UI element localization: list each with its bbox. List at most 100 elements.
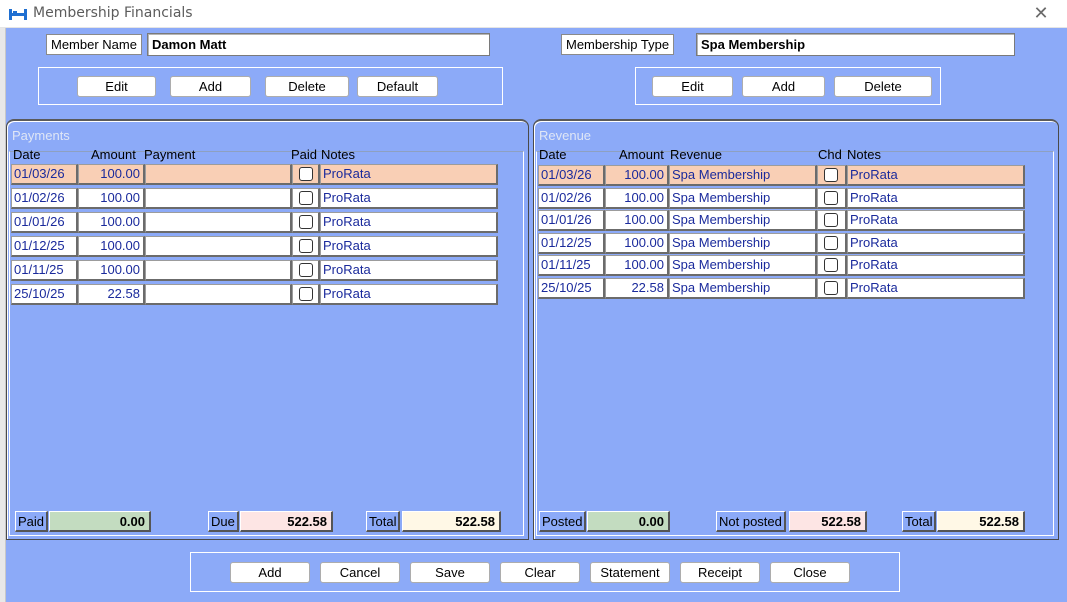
revenue-cell-revenue[interactable]: Spa Membership (669, 165, 817, 186)
footer-close-button[interactable]: Close (770, 562, 850, 583)
revenue-cell-date[interactable]: 01/01/26 (538, 210, 605, 231)
payments-cell-notes[interactable]: ProRata (320, 188, 498, 209)
revenue-chd-checkbox[interactable] (824, 258, 838, 272)
revenue-chd-checkbox[interactable] (824, 280, 838, 295)
payments-cell-amount[interactable]: 100.00 (78, 236, 145, 257)
revenue-row[interactable]: 01/11/25 100.00 Spa Membership ProRata (538, 255, 1038, 278)
revenue-cell-date[interactable]: 25/10/25 (538, 277, 605, 299)
payments-cell-date[interactable]: 01/01/26 (11, 212, 78, 233)
payments-cell-payment[interactable] (145, 188, 292, 209)
revenue-cell-date[interactable]: 01/03/26 (538, 165, 605, 186)
member-add-button[interactable]: Add (170, 76, 251, 97)
revenue-row[interactable]: 01/01/26 100.00 Spa Membership ProRata (538, 210, 1038, 233)
payments-cell-payment[interactable] (145, 284, 292, 305)
revenue-cell-notes[interactable]: ProRata (847, 277, 1025, 299)
payments-cell-payment[interactable] (145, 236, 292, 257)
footer-clear-button[interactable]: Clear (500, 562, 580, 583)
payments-cell-date[interactable]: 01/03/26 (11, 164, 78, 185)
payments-cell-paid[interactable] (292, 260, 320, 281)
member-edit-button[interactable]: Edit (77, 76, 156, 97)
payments-cell-date[interactable]: 01/12/25 (11, 236, 78, 257)
payments-paid-checkbox[interactable] (299, 167, 313, 181)
window-close-button[interactable]: ✕ (1028, 3, 1054, 25)
revenue-cell-notes[interactable]: ProRata (847, 255, 1025, 276)
footer-receipt-button[interactable]: Receipt (680, 562, 760, 583)
revenue-cell-revenue[interactable]: Spa Membership (669, 232, 817, 254)
payments-paid-checkbox[interactable] (299, 239, 313, 253)
membership-add-button[interactable]: Add (742, 76, 825, 97)
payments-cell-paid[interactable] (292, 236, 320, 257)
revenue-cell-amount[interactable]: 100.00 (605, 165, 669, 186)
payments-row[interactable]: 01/03/26 100.00 ProRata (11, 164, 511, 187)
payments-cell-date[interactable]: 01/11/25 (11, 260, 78, 281)
revenue-cell-revenue[interactable]: Spa Membership (669, 210, 817, 231)
revenue-cell-notes[interactable]: ProRata (847, 232, 1025, 254)
revenue-cell-amount[interactable]: 100.00 (605, 255, 669, 276)
revenue-cell-revenue[interactable]: Spa Membership (669, 187, 817, 209)
revenue-cell-chd[interactable] (817, 210, 847, 231)
payments-cell-paid[interactable] (292, 164, 320, 185)
payments-row[interactable]: 01/11/25 100.00 ProRata (11, 260, 511, 283)
revenue-cell-revenue[interactable]: Spa Membership (669, 277, 817, 299)
membership-type-field[interactable]: Spa Membership (696, 33, 1015, 56)
payments-cell-paid[interactable] (292, 284, 320, 305)
payments-paid-checkbox[interactable] (299, 191, 313, 205)
revenue-cell-amount[interactable]: 100.00 (605, 232, 669, 254)
revenue-row[interactable]: 01/03/26 100.00 Spa Membership ProRata (538, 165, 1038, 188)
member-name-field[interactable]: Damon Matt (147, 33, 490, 56)
revenue-chd-checkbox[interactable] (824, 213, 838, 227)
payments-row[interactable]: 01/12/25 100.00 ProRata (11, 236, 511, 259)
revenue-row[interactable]: 01/12/25 100.00 Spa Membership ProRata (538, 232, 1038, 256)
payments-cell-amount[interactable]: 100.00 (78, 260, 145, 281)
revenue-cell-amount[interactable]: 100.00 (605, 187, 669, 209)
payments-cell-payment[interactable] (145, 260, 292, 281)
footer-cancel-button[interactable]: Cancel (320, 562, 400, 583)
revenue-cell-date[interactable]: 01/12/25 (538, 232, 605, 254)
revenue-chd-checkbox[interactable] (824, 190, 838, 205)
payments-paid-checkbox[interactable] (299, 263, 313, 277)
footer-statement-button[interactable]: Statement (590, 562, 670, 583)
footer-save-button[interactable]: Save (410, 562, 490, 583)
revenue-cell-date[interactable]: 01/11/25 (538, 255, 605, 276)
payments-cell-paid[interactable] (292, 212, 320, 233)
member-default-button[interactable]: Default (357, 76, 438, 97)
revenue-cell-notes[interactable]: ProRata (847, 187, 1025, 209)
payments-cell-amount[interactable]: 22.58 (78, 284, 145, 305)
payments-row[interactable]: 01/02/26 100.00 ProRata (11, 188, 511, 211)
revenue-cell-chd[interactable] (817, 165, 847, 186)
member-delete-button[interactable]: Delete (265, 76, 349, 97)
payments-row[interactable]: 01/01/26 100.00 ProRata (11, 212, 511, 235)
payments-paid-checkbox[interactable] (299, 287, 313, 301)
revenue-cell-revenue[interactable]: Spa Membership (669, 255, 817, 276)
payments-cell-paid[interactable] (292, 188, 320, 209)
payments-cell-date[interactable]: 25/10/25 (11, 284, 78, 305)
revenue-chd-checkbox[interactable] (824, 235, 838, 250)
revenue-row[interactable]: 25/10/25 22.58 Spa Membership ProRata (538, 277, 1038, 301)
payments-cell-amount[interactable]: 100.00 (78, 212, 145, 233)
payments-cell-notes[interactable]: ProRata (320, 164, 498, 185)
revenue-cell-date[interactable]: 01/02/26 (538, 187, 605, 209)
footer-add-button[interactable]: Add (230, 562, 310, 583)
payments-cell-notes[interactable]: ProRata (320, 284, 498, 305)
payments-cell-amount[interactable]: 100.00 (78, 164, 145, 185)
payments-cell-notes[interactable]: ProRata (320, 212, 498, 233)
payments-cell-notes[interactable]: ProRata (320, 236, 498, 257)
payments-cell-payment[interactable] (145, 164, 292, 185)
payments-paid-checkbox[interactable] (299, 215, 313, 229)
payments-cell-date[interactable]: 01/02/26 (11, 188, 78, 209)
revenue-cell-notes[interactable]: ProRata (847, 210, 1025, 231)
revenue-cell-notes[interactable]: ProRata (847, 165, 1025, 186)
payments-cell-payment[interactable] (145, 212, 292, 233)
revenue-cell-chd[interactable] (817, 187, 847, 209)
revenue-cell-chd[interactable] (817, 277, 847, 299)
membership-edit-button[interactable]: Edit (652, 76, 733, 97)
payments-row[interactable]: 25/10/25 22.58 ProRata (11, 284, 511, 307)
revenue-row[interactable]: 01/02/26 100.00 Spa Membership ProRata (538, 187, 1038, 211)
revenue-chd-checkbox[interactable] (824, 168, 838, 182)
revenue-cell-amount[interactable]: 100.00 (605, 210, 669, 231)
payments-cell-notes[interactable]: ProRata (320, 260, 498, 281)
revenue-cell-amount[interactable]: 22.58 (605, 277, 669, 299)
revenue-cell-chd[interactable] (817, 255, 847, 276)
membership-delete-button[interactable]: Delete (834, 76, 932, 97)
revenue-cell-chd[interactable] (817, 232, 847, 254)
